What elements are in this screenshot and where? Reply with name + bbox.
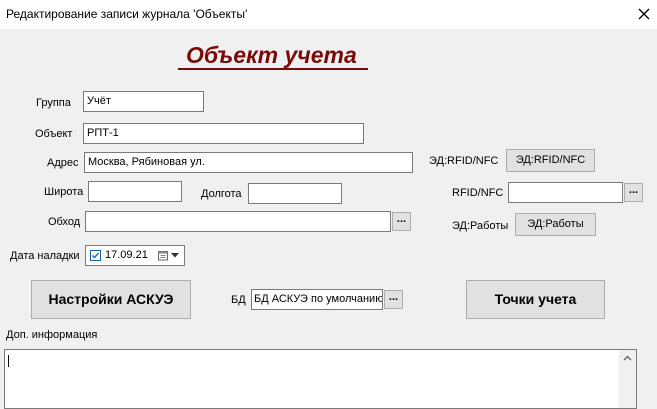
db-input[interactable]: БД АСКУЭ по умолчанию [251,289,383,310]
db-ellipsis-button[interactable]: ... [384,290,403,309]
ed-work-button[interactable]: ЭД:Работы [515,213,596,236]
text-caret [8,355,9,367]
extra-info-textarea[interactable] [4,349,637,409]
setup-date-value: 17.09.21 [105,249,148,261]
setup-date-checkbox[interactable] [90,250,101,261]
address-label: Адрес [47,157,79,169]
ed-rfid-label: ЭД:RFID/NFC [429,155,499,167]
scroll-up-icon[interactable] [619,352,636,364]
calendar-icon[interactable] [158,250,169,261]
rfid-input[interactable] [508,182,623,203]
latitude-input[interactable] [88,181,182,202]
ed-work-label: ЭД:Работы [452,220,509,232]
check-icon [92,252,99,259]
close-icon[interactable] [632,2,656,26]
metering-points-button[interactable]: Точки учета [466,280,605,319]
longitude-label: Долгота [201,188,242,200]
setup-date-picker[interactable]: 17.09.21 [85,245,185,266]
askue-settings-button[interactable]: Настройки АСКУЭ [31,280,191,319]
window-title: Редактирование записи журнала 'Объекты' [6,7,248,21]
bypass-label: Обход [48,216,81,228]
rfid-ellipsis-button[interactable]: ... [624,183,643,202]
extra-info-label: Доп. информация [6,329,98,341]
bypass-ellipsis-button[interactable]: ... [392,212,411,231]
object-input[interactable]: РПТ-1 [83,123,364,144]
setup-date-label: Дата наладки [10,250,80,262]
ed-rfid-button[interactable]: ЭД:RFID/NFC [506,149,595,172]
heading-underline [178,68,368,70]
rfid-label: RFID/NFC [452,187,504,199]
longitude-input[interactable] [248,183,342,204]
latitude-label: Широта [44,186,84,198]
group-label: Группа [36,97,71,109]
group-input[interactable]: Учёт [83,91,204,112]
address-input[interactable]: Москва, Рябиновая ул. [84,152,413,173]
db-label: БД [231,294,246,306]
object-label: Объект [35,128,73,140]
chevron-down-icon[interactable] [171,253,179,258]
title-bar: Редактирование записи журнала 'Объекты' [0,0,657,29]
textarea-scrollbar[interactable] [619,350,636,408]
bypass-input[interactable] [85,211,391,232]
form-heading: Объект учета [186,42,357,68]
